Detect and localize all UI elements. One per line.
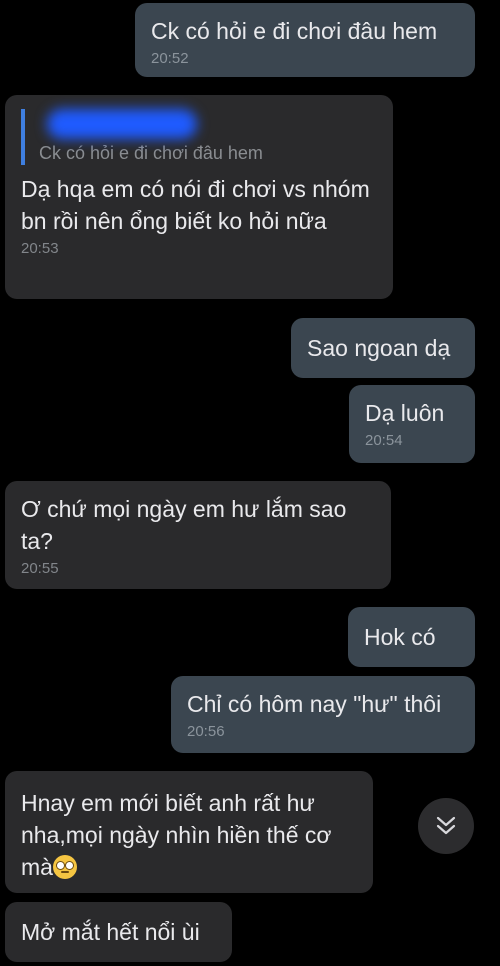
message-time: 20:55	[21, 560, 59, 577]
message-sent[interactable]: Ck có hỏi e đi chơi đâu hem 20:52	[135, 3, 475, 77]
reply-quote[interactable]: Ck có hỏi e đi chơi đâu hem	[21, 109, 377, 165]
message-time: 20:56	[187, 723, 225, 740]
message-sent[interactable]: Chỉ có hôm nay "hư" thôi 20:56	[171, 676, 475, 753]
message-sent[interactable]: Dạ luôn 20:54	[349, 385, 475, 463]
message-time: 20:52	[151, 50, 189, 67]
message-text: Dạ luôn	[365, 400, 445, 426]
message-text: Mở mắt hết nổi ùi	[21, 919, 200, 945]
message-text: Dạ hqa em có nói đi chơi vs nhóm bn rồi …	[21, 176, 370, 234]
redacted-sender-name	[47, 109, 197, 139]
message-text: Ck có hỏi e đi chơi đâu hem	[151, 18, 438, 44]
reply-quote-text: Ck có hỏi e đi chơi đâu hem	[39, 143, 263, 163]
double-chevron-down-icon	[436, 816, 456, 835]
message-text: Chỉ có hôm nay "hư" thôi	[187, 691, 442, 717]
message-text: Sao ngoan dạ	[307, 335, 451, 361]
message-text: Ơ chứ mọi ngày em hư lắm sao ta?	[21, 496, 347, 554]
message-received[interactable]: Ơ chứ mọi ngày em hư lắm sao ta? 20:55	[5, 481, 391, 589]
message-sent[interactable]: Hok có	[348, 607, 475, 667]
message-time: 20:53	[21, 240, 59, 257]
message-received[interactable]: Hnay em mới biết anh rất hư nha,mọi ngày…	[5, 771, 373, 893]
message-received[interactable]: Mở mắt hết nổi ùi	[5, 902, 232, 962]
message-sent[interactable]: Sao ngoan dạ	[291, 318, 475, 378]
message-text: Hok có	[364, 624, 436, 650]
face-with-rolling-eyes-icon	[52, 855, 77, 879]
message-time: 20:54	[365, 432, 403, 449]
scroll-to-bottom-button[interactable]	[418, 798, 474, 854]
message-received[interactable]: Ck có hỏi e đi chơi đâu hem Dạ hqa em có…	[5, 95, 393, 299]
